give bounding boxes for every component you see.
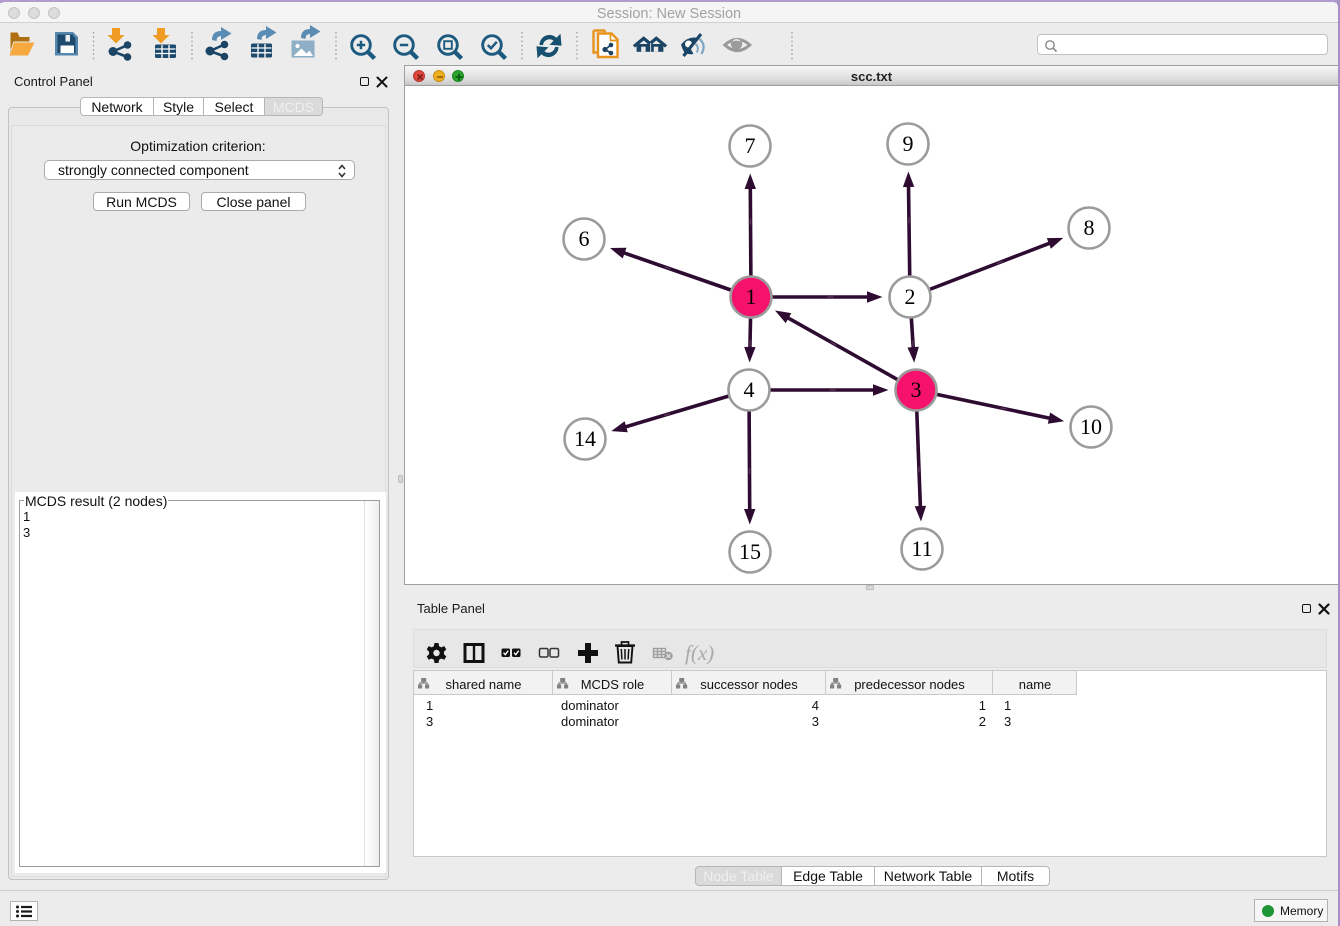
svg-text:8: 8 [1084,215,1095,240]
svg-text:f(x): f(x) [685,641,714,665]
svg-text:11: 11 [911,536,932,561]
svg-text:15: 15 [739,539,761,564]
svg-text:4: 4 [744,377,755,402]
svg-text:7: 7 [745,133,756,158]
svg-text:1: 1 [746,284,757,309]
svg-text:6: 6 [579,226,590,251]
svg-text:14: 14 [574,426,596,451]
svg-text:2: 2 [905,284,916,309]
svg-text:9: 9 [903,131,914,156]
svg-text:10: 10 [1080,414,1102,439]
svg-text:3: 3 [911,377,922,402]
